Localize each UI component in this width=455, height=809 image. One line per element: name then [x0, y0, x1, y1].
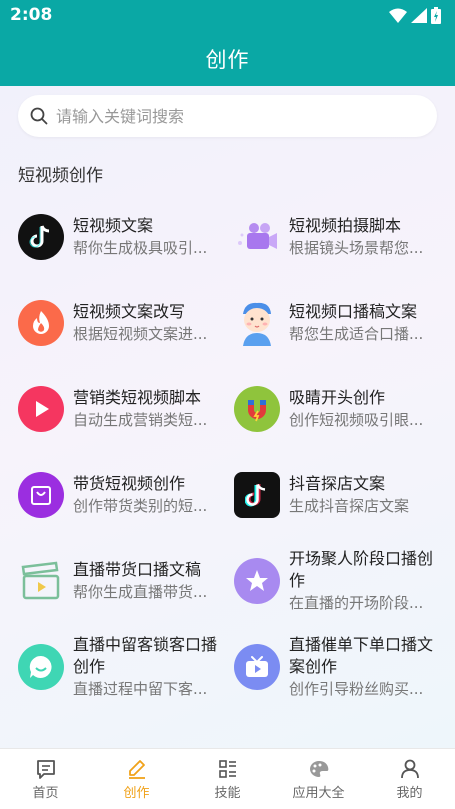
search-input[interactable]: [56, 106, 396, 126]
chat-bubble-icon: [18, 644, 64, 690]
card-desc: 帮你生成极具吸引...: [73, 239, 208, 257]
battery-icon: [431, 7, 441, 24]
section-title: 短视频创作: [18, 166, 103, 186]
signal-icon: [411, 8, 427, 23]
card-retain-customers[interactable]: 直播中留客锁客口播创作 直播过程中留下客...: [18, 627, 228, 707]
tv-play-icon: [234, 644, 280, 690]
card-title: 开场聚人阶段口播创作: [289, 549, 434, 590]
tab-profile[interactable]: 我的: [364, 749, 455, 809]
card-title: 短视频口播稿文案: [289, 302, 418, 321]
card-title: 直播催单下单口播文案创作: [289, 635, 434, 676]
card-title: 抖音探店文案: [289, 474, 386, 493]
card-desc: 帮你生成直播带货...: [73, 583, 208, 601]
tab-create[interactable]: 创作: [91, 749, 182, 809]
tab-label: 创作: [123, 786, 150, 801]
tab-skills[interactable]: 技能: [182, 749, 273, 809]
flame-icon: [18, 300, 64, 346]
card-desc: 创作带货类别的短...: [73, 497, 208, 515]
grid-list-icon: [218, 760, 236, 778]
card-title: 短视频文案: [73, 216, 154, 235]
card-title: 短视频文案改写: [73, 302, 186, 321]
card-opening-gather[interactable]: 开场聚人阶段口播创作 在直播的开场阶段...: [234, 541, 444, 621]
clapperboard-icon: [18, 558, 64, 604]
card-douyin-store[interactable]: 抖音探店文案 生成抖音探店文案: [234, 455, 444, 535]
search-bar[interactable]: [18, 95, 437, 137]
card-title: 吸睛开头创作: [289, 388, 386, 407]
card-desc: 帮您生成适合口播...: [289, 325, 424, 343]
card-title: 短视频拍摄脚本: [289, 216, 402, 235]
user-icon: [400, 759, 419, 779]
tab-label: 应用大全: [292, 786, 345, 801]
tab-label: 技能: [214, 786, 241, 801]
card-urge-orders[interactable]: 直播催单下单口播文案创作 创作引导粉丝购买...: [234, 627, 444, 707]
status-bar: 2:08: [0, 0, 455, 32]
magnet-icon: [234, 386, 280, 432]
search-icon: [30, 107, 48, 125]
app-header: 2:08 创作: [0, 0, 455, 86]
page-title: 创作: [205, 48, 250, 72]
card-title: 直播中留客锁客口播创作: [73, 635, 218, 676]
main-content: 短视频创作 短视频文案 帮你生成极具吸引... 短视频拍摄脚本 根据镜头场景帮您…: [0, 86, 455, 748]
wifi-icon: [389, 8, 407, 23]
card-copy-rewrite[interactable]: 短视频文案改写 根据短视频文案进...: [18, 283, 228, 363]
status-time: 2:08: [10, 5, 53, 25]
card-title: 直播带货口播文稿: [73, 560, 202, 579]
tab-label: 我的: [396, 786, 423, 801]
status-icons: [389, 7, 441, 24]
card-live-sales-script[interactable]: 直播带货口播文稿 帮你生成直播带货...: [18, 541, 228, 621]
card-desc: 创作短视频吸引眼...: [289, 411, 424, 429]
shopping-bag-icon: [18, 472, 64, 518]
bottom-tab-bar: 首页 创作 技能 应用大全 我的: [0, 748, 455, 809]
card-hook-opening[interactable]: 吸睛开头创作 创作短视频吸引眼...: [234, 369, 444, 449]
tiktok-icon: [18, 214, 64, 260]
card-desc: 根据短视频文案进...: [73, 325, 208, 343]
card-title: 营销类短视频脚本: [73, 388, 202, 407]
star-icon: [234, 558, 280, 604]
card-title: 带货短视频创作: [73, 474, 186, 493]
card-desc: 直播过程中留下客...: [73, 680, 208, 698]
card-desc: 根据镜头场景帮您...: [289, 239, 424, 257]
card-short-video-copy[interactable]: 短视频文案 帮你生成极具吸引...: [18, 197, 228, 277]
message-icon: [36, 760, 55, 779]
card-voiceover-copy[interactable]: 短视频口播稿文案 帮您生成适合口播...: [234, 283, 444, 363]
card-marketing-script[interactable]: 营销类短视频脚本 自动生成营销类短...: [18, 369, 228, 449]
card-desc: 生成抖音探店文案: [289, 497, 410, 515]
play-icon: [18, 386, 64, 432]
tiktok-app-icon: [234, 472, 280, 518]
card-product-video[interactable]: 带货短视频创作 创作带货类别的短...: [18, 455, 228, 535]
cartoon-face-icon: [234, 300, 280, 346]
card-shooting-script[interactable]: 短视频拍摄脚本 根据镜头场景帮您...: [234, 197, 444, 277]
card-desc: 创作引导粉丝购买...: [289, 680, 424, 698]
card-desc: 自动生成营销类短...: [73, 411, 208, 429]
card-desc: 在直播的开场阶段...: [289, 594, 424, 612]
pencil-icon: [128, 760, 145, 779]
tab-label: 首页: [32, 786, 59, 801]
video-camera-icon: [234, 214, 280, 260]
palette-icon: [309, 761, 328, 777]
tab-home[interactable]: 首页: [0, 749, 91, 809]
tab-apps[interactable]: 应用大全: [273, 749, 364, 809]
